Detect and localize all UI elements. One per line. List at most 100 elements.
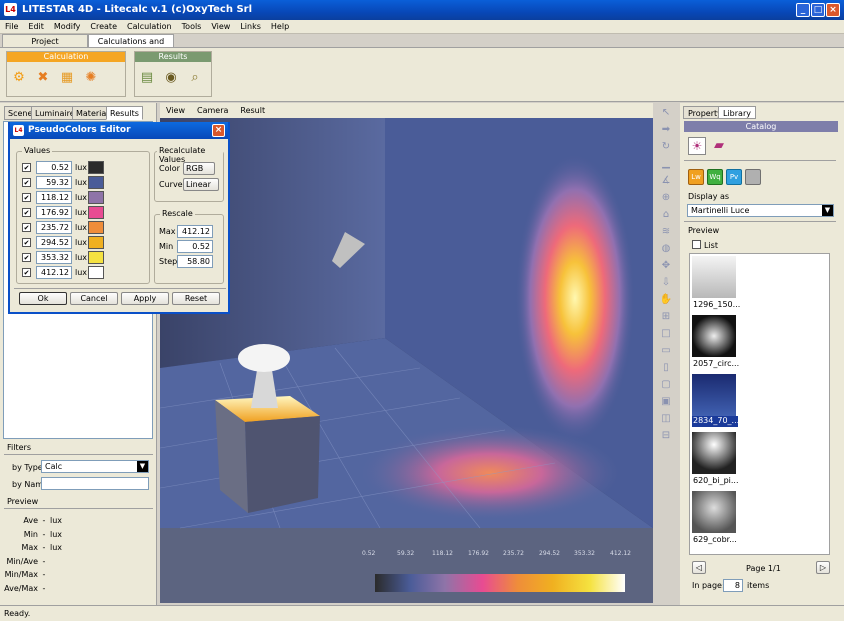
list-checkbox[interactable]	[692, 240, 701, 249]
calc-lifebuoy-icon[interactable]: ✺	[81, 68, 101, 88]
maximize-button[interactable]: □	[811, 3, 825, 17]
value-checkbox[interactable]: ✔	[22, 178, 31, 187]
fit-icon[interactable]: ⊞	[657, 309, 675, 324]
value-input[interactable]: 0.52	[36, 161, 72, 174]
move-right-icon[interactable]: ➡	[657, 122, 675, 137]
apply-button[interactable]: Apply	[121, 292, 169, 305]
view-front-icon[interactable]: ▭	[657, 343, 675, 358]
lw-button[interactable]: Lw	[688, 169, 704, 185]
pv-button[interactable]: Pv	[726, 169, 742, 185]
dialog-close-button[interactable]: ×	[212, 124, 225, 137]
color-swatch[interactable]	[88, 191, 104, 204]
minimize-button[interactable]: _	[796, 3, 810, 17]
zoom-down-icon[interactable]: ⇩	[657, 275, 675, 290]
thumbnail-image[interactable]	[692, 432, 736, 474]
tab-calculations-results[interactable]: Calculations and Results	[88, 34, 174, 59]
value-checkbox[interactable]: ✔	[22, 253, 31, 262]
color-swatch[interactable]	[88, 206, 104, 219]
select-arrow-icon[interactable]: ↖	[657, 105, 675, 120]
value-input[interactable]: 353.32	[36, 251, 72, 264]
next-page-button[interactable]: ▷	[816, 561, 830, 574]
step-input[interactable]: 58.80	[177, 255, 213, 268]
color-swatch[interactable]	[88, 176, 104, 189]
database-icon[interactable]	[745, 169, 761, 185]
lamp-catalog-icon[interactable]: ☀	[688, 137, 706, 155]
value-input[interactable]: 412.12	[36, 266, 72, 279]
viewport-menu-camera[interactable]: Camera	[191, 103, 234, 118]
color-swatch[interactable]	[88, 251, 104, 264]
by-name-input[interactable]	[41, 477, 149, 490]
wq-button[interactable]: Wq	[707, 169, 723, 185]
by-type-select[interactable]: Calc ▼	[41, 460, 149, 473]
color-swatch[interactable]	[88, 236, 104, 249]
close-button[interactable]: ×	[826, 3, 840, 17]
view-top-icon[interactable]: □	[657, 326, 675, 341]
calc-scene-icon[interactable]: ⚙	[9, 68, 29, 88]
view-grid-icon[interactable]: ⊟	[657, 428, 675, 443]
menu-tools[interactable]: Tools	[177, 20, 207, 34]
view-iso-icon[interactable]: ◫	[657, 411, 675, 426]
menu-view[interactable]: View	[206, 20, 235, 34]
prev-page-button[interactable]: ◁	[692, 561, 706, 574]
eye-icon[interactable]: ◉	[161, 68, 181, 88]
menu-edit[interactable]: Edit	[23, 20, 49, 34]
value-input[interactable]: 118.12	[36, 191, 72, 204]
thumbnail-image[interactable]	[692, 374, 736, 416]
thumbnail-image[interactable]	[692, 256, 736, 298]
value-input[interactable]: 235.72	[36, 221, 72, 234]
value-input[interactable]: 294.52	[36, 236, 72, 249]
report-icon[interactable]: ▤	[137, 68, 157, 88]
fly-icon[interactable]: ≋	[657, 224, 675, 239]
menu-modify[interactable]: Modify	[49, 20, 86, 34]
globe-icon[interactable]: ◍	[657, 241, 675, 256]
cancel-button[interactable]: Cancel	[70, 292, 118, 305]
value-checkbox[interactable]: ✔	[22, 223, 31, 232]
viewport-menu-result[interactable]: Result	[234, 103, 271, 118]
measure-icon[interactable]: ∡	[657, 173, 675, 188]
ok-button[interactable]: Ok	[19, 292, 67, 305]
color-swatch[interactable]	[88, 161, 104, 174]
walk-icon[interactable]: ⌂	[657, 207, 675, 222]
search-icon[interactable]: ⌕	[185, 68, 205, 88]
value-checkbox[interactable]: ✔	[22, 238, 31, 247]
rotate-icon[interactable]: ↻	[657, 139, 675, 154]
menu-create[interactable]: Create	[85, 20, 122, 34]
max-input[interactable]: 412.12	[177, 225, 213, 238]
menu-file[interactable]: File	[0, 20, 23, 34]
color-mode-select[interactable]: RGB	[183, 162, 215, 175]
value-input[interactable]: 176.92	[36, 206, 72, 219]
color-swatch[interactable]	[88, 221, 104, 234]
display-as-select[interactable]: Martinelli Luce ▼	[687, 204, 834, 217]
menu-links[interactable]: Links	[235, 20, 266, 34]
thumbnail-list[interactable]: 1296_150... 2057_circ... 2834_70_... 620…	[689, 253, 830, 555]
menu-help[interactable]: Help	[266, 20, 294, 34]
value-input[interactable]: 59.32	[36, 176, 72, 189]
view-back-icon[interactable]: ▢	[657, 377, 675, 392]
thumbnail-image[interactable]	[692, 491, 736, 533]
reset-button[interactable]: Reset	[172, 292, 220, 305]
tab-project[interactable]: Project	[2, 34, 88, 47]
view-bottom-icon[interactable]: ▣	[657, 394, 675, 409]
viewport-menu-view[interactable]: View	[160, 103, 191, 118]
view-side-icon[interactable]: ▯	[657, 360, 675, 375]
curve-select[interactable]: Linear	[183, 178, 219, 191]
thumbnail-image[interactable]	[692, 315, 736, 357]
color-swatch[interactable]	[88, 266, 104, 279]
calc-cancel-icon[interactable]: ✖	[33, 68, 53, 88]
value-checkbox[interactable]: ✔	[22, 163, 31, 172]
hand-icon[interactable]: ✋	[657, 292, 675, 307]
pan-icon[interactable]: ✥	[657, 258, 675, 273]
tab-library[interactable]: Library	[718, 106, 756, 119]
min-input[interactable]: 0.52	[177, 240, 213, 253]
ruler-icon[interactable]: ▁	[657, 156, 675, 171]
calc-film-icon[interactable]: ▦	[57, 68, 77, 88]
orbit-icon[interactable]: ⊕	[657, 190, 675, 205]
value-checkbox[interactable]: ✔	[22, 268, 31, 277]
in-page-input[interactable]: 8	[723, 579, 743, 592]
value-checkbox[interactable]: ✔	[22, 208, 31, 217]
menu-calculation[interactable]: Calculation	[122, 20, 177, 34]
furniture-catalog-icon[interactable]: ▰	[710, 137, 728, 155]
value-checkbox[interactable]: ✔	[22, 193, 31, 202]
tab-results[interactable]: Results	[106, 106, 143, 120]
render-viewport[interactable]: View Camera Result 0.52 59.32 118.12 176…	[160, 103, 653, 603]
